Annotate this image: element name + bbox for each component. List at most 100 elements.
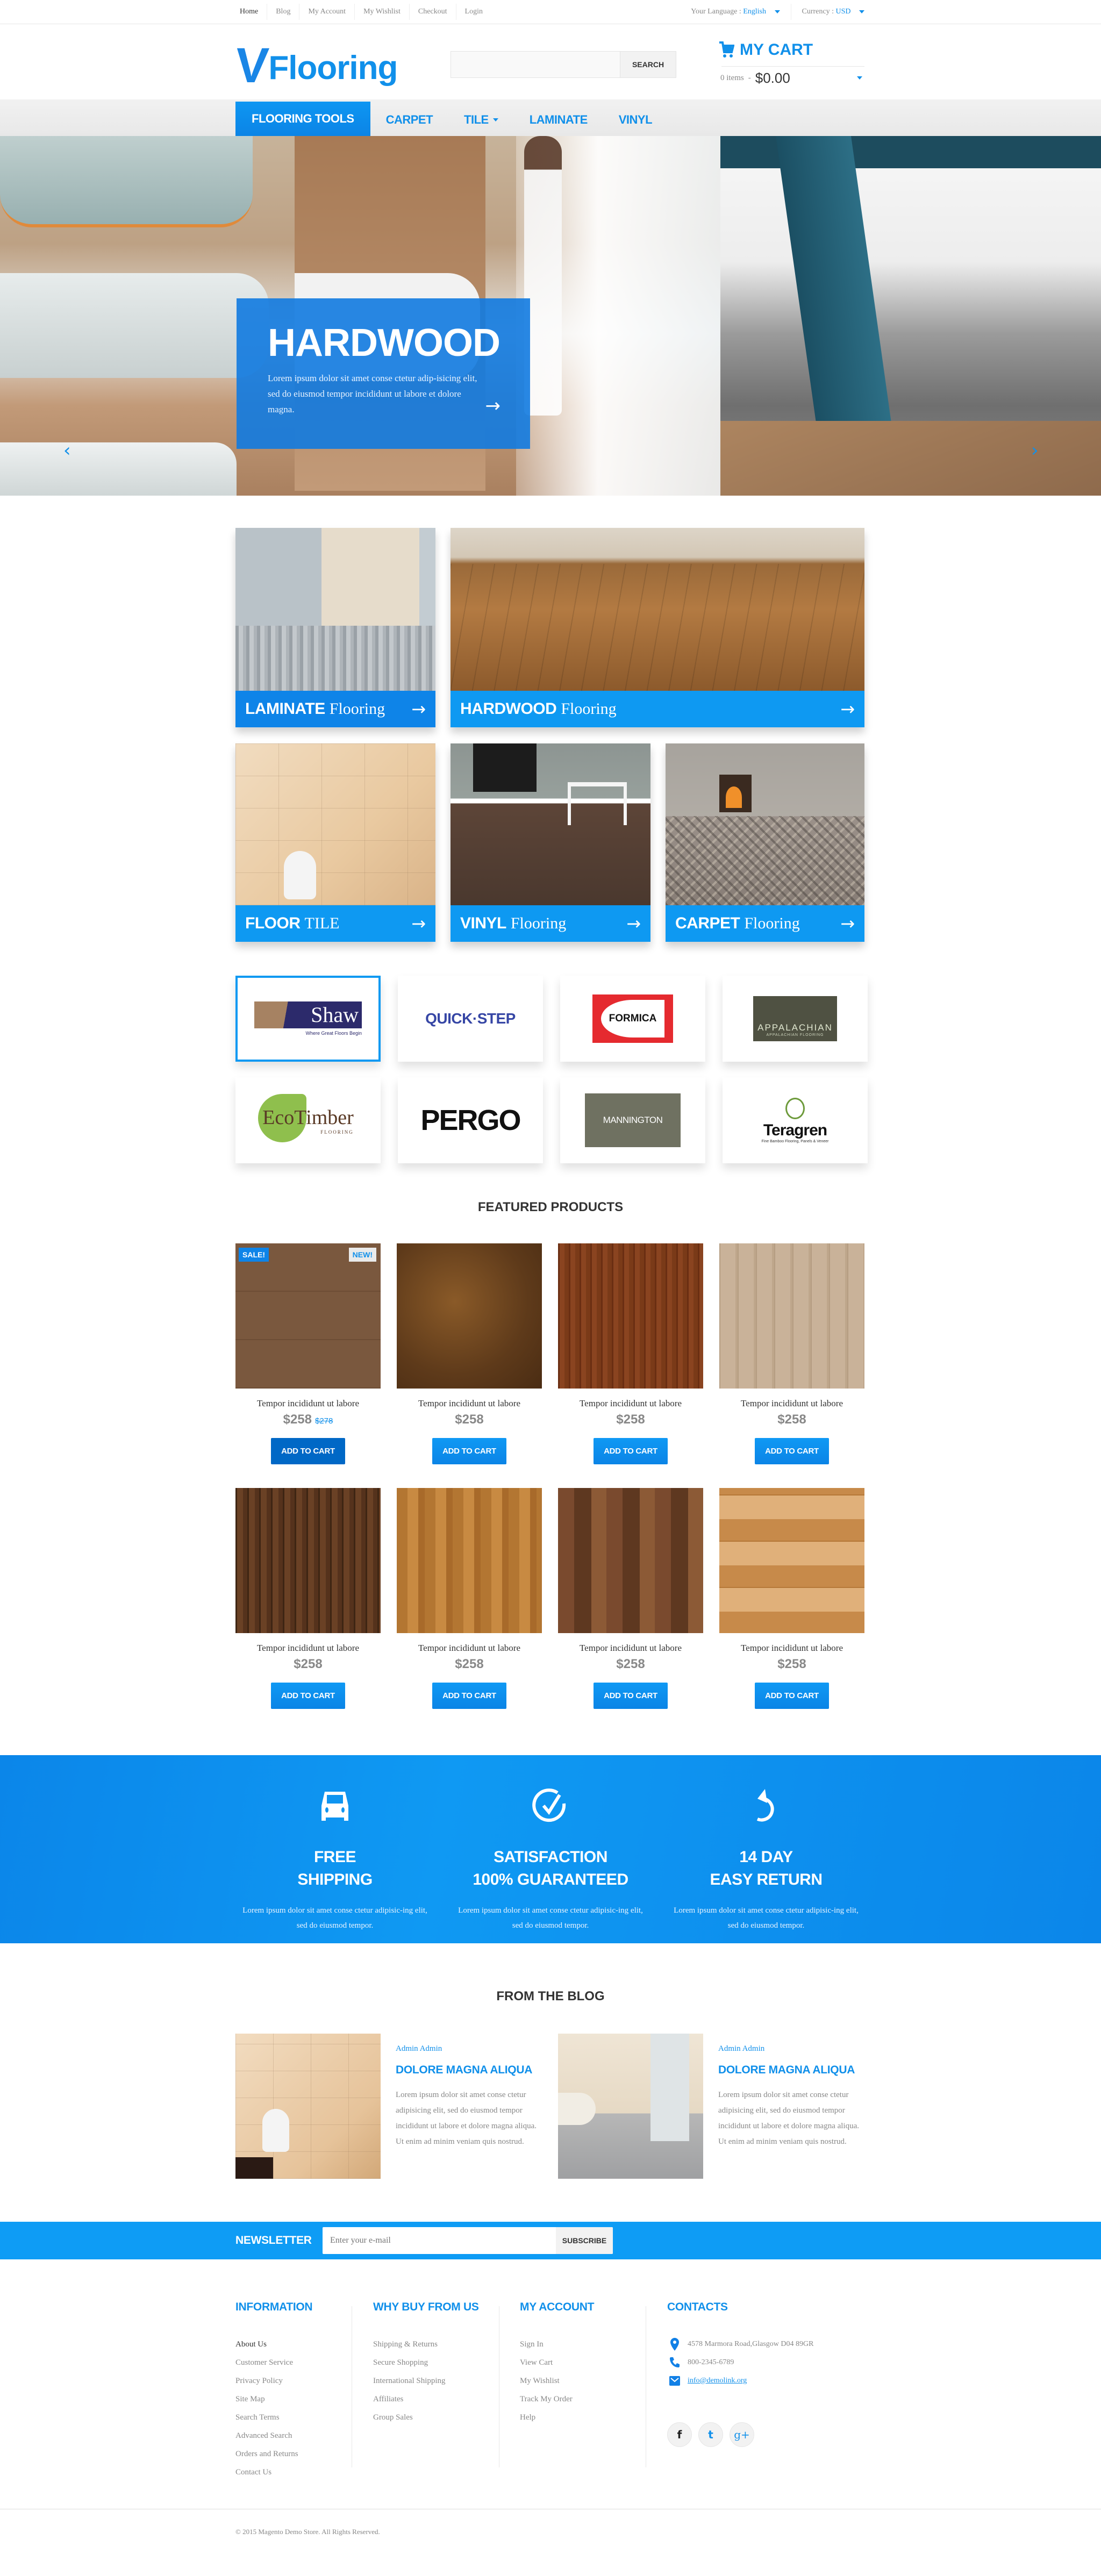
top-link-my-wishlist[interactable]: My Wishlist — [355, 4, 410, 20]
social-links: f t g+ — [667, 2422, 813, 2447]
add-to-cart-button[interactable]: ADD TO CART — [271, 1438, 345, 1464]
chevron-left-icon[interactable]: ‹ — [63, 440, 71, 461]
product-image[interactable]: SALE! NEW! — [235, 1243, 381, 1389]
product-card: Tempor incididunt ut labore $258 ADD TO … — [558, 1488, 703, 1709]
product-name[interactable]: Tempor incididunt ut labore — [397, 1643, 542, 1654]
nav-item-carpet[interactable]: CARPET — [370, 104, 448, 136]
facebook-icon[interactable]: f — [667, 2422, 692, 2447]
brand-logo: EcoTimber FLOORING — [258, 1094, 354, 1142]
add-to-cart-button[interactable]: ADD TO CART — [594, 1438, 668, 1464]
footer-link[interactable]: Track My Order — [520, 2390, 594, 2408]
product-image[interactable] — [397, 1243, 542, 1389]
product-image[interactable] — [397, 1488, 542, 1633]
newsletter-email-input[interactable] — [323, 2227, 556, 2254]
search-button[interactable]: SEARCH — [620, 52, 676, 77]
category-image — [451, 528, 864, 691]
add-to-cart-button[interactable]: ADD TO CART — [755, 1683, 829, 1709]
chevron-down-icon[interactable] — [857, 76, 862, 80]
footer-link[interactable]: My Wishlist — [520, 2372, 594, 2390]
brand-quick-step[interactable]: QUICK·STEP — [398, 976, 543, 1062]
footer-heading: WHY BUY FROM US — [373, 2301, 479, 2313]
product-name[interactable]: Tempor incididunt ut labore — [397, 1398, 542, 1409]
footer-link[interactable]: Secure Shopping — [373, 2353, 479, 2372]
currency-selector[interactable]: Currency : USD — [802, 8, 864, 16]
category-name-bold: FLOOR — [245, 914, 301, 932]
footer-link[interactable]: Help — [520, 2408, 594, 2427]
phone-icon — [670, 2357, 680, 2367]
footer-link[interactable]: Contact Us — [235, 2463, 312, 2481]
product-name[interactable]: Tempor incididunt ut labore — [235, 1643, 381, 1654]
brand-appalachian[interactable]: APPALACHIAN APPALACHIAN FLOORING — [723, 976, 868, 1062]
category-tile-carpet[interactable]: CARPET Flooring → — [666, 743, 864, 942]
brand-teragren[interactable]: Teragren Fine Bamboo Flooring, Panels & … — [723, 1077, 868, 1163]
footer-link[interactable]: Affiliates — [373, 2390, 479, 2408]
footer-link[interactable]: Advanced Search — [235, 2427, 312, 2445]
subscribe-button[interactable]: SUBSCRIBE — [556, 2227, 613, 2254]
category-tile-vinyl[interactable]: VINYL Flooring → — [451, 743, 650, 942]
nav-item-tile[interactable]: TILE — [448, 104, 514, 136]
footer-link[interactable]: About Us — [235, 2335, 312, 2353]
blog-post-image[interactable] — [558, 2034, 703, 2179]
category-tile-hardwood[interactable]: HARDWOOD Flooring → — [451, 528, 864, 727]
footer-link[interactable]: Site Map — [235, 2390, 312, 2408]
product-name[interactable]: Tempor incididunt ut labore — [558, 1643, 703, 1654]
footer-link[interactable]: Privacy Policy — [235, 2372, 312, 2390]
nav-item-vinyl[interactable]: VINYL — [603, 104, 668, 136]
product-image[interactable] — [719, 1243, 864, 1389]
product-image[interactable] — [719, 1488, 864, 1633]
product-image[interactable] — [558, 1243, 703, 1389]
new-badge: NEW! — [348, 1248, 376, 1262]
blog-post-author[interactable]: Admin Admin — [396, 2044, 442, 2053]
footer-link[interactable]: Orders and Returns — [235, 2445, 312, 2463]
blog-post-author[interactable]: Admin Admin — [718, 2044, 764, 2053]
footer-link[interactable]: Group Sales — [373, 2408, 479, 2427]
chevron-right-icon[interactable]: › — [1031, 440, 1039, 461]
blog-post-title[interactable]: DOLORE MAGNA ALIQUA — [396, 2064, 532, 2077]
brand-ecotimber[interactable]: EcoTimber FLOORING — [235, 1077, 381, 1163]
brand-tagline: FLOORING — [320, 1129, 354, 1135]
category-tile-floor-tile[interactable]: FLOOR TILE → — [235, 743, 435, 942]
mini-cart[interactable]: MY CART 0 items - $0.00 — [718, 38, 864, 89]
top-link-blog[interactable]: Blog — [267, 4, 300, 20]
footer-link[interactable]: International Shipping — [373, 2372, 479, 2390]
product-name[interactable]: Tempor incididunt ut labore — [235, 1398, 381, 1409]
nav-item-laminate[interactable]: LAMINATE — [514, 104, 603, 136]
footer-link[interactable]: Shipping & Returns — [373, 2335, 479, 2353]
top-link-my-account[interactable]: My Account — [299, 4, 355, 20]
hero-slider: ‹ › HARDWOOD Lorem ipsum dolor sit amet … — [0, 136, 1101, 496]
product-price: $258 — [616, 1412, 645, 1427]
footer-link[interactable]: View Cart — [520, 2353, 594, 2372]
contact-email-link[interactable]: info@demolink.org — [688, 2377, 747, 2385]
category-tile-laminate[interactable]: LAMINATE Flooring → — [235, 528, 435, 727]
add-to-cart-button[interactable]: ADD TO CART — [271, 1683, 345, 1709]
nav-item-flooring-tools[interactable]: FLOORING TOOLS — [235, 102, 370, 136]
top-link-login[interactable]: Login — [456, 4, 491, 20]
brand-shaw[interactable]: Shaw Where Great Floors Begin — [235, 976, 381, 1062]
brand-formica[interactable]: FORMICA — [560, 976, 705, 1062]
add-to-cart-button[interactable]: ADD TO CART — [755, 1438, 829, 1464]
blog-post-image[interactable] — [235, 2034, 381, 2179]
product-name[interactable]: Tempor incididunt ut labore — [719, 1643, 864, 1654]
brand-pergo[interactable]: PERGO — [398, 1077, 543, 1163]
add-to-cart-button[interactable]: ADD TO CART — [432, 1438, 506, 1464]
arrow-right-icon[interactable]: → — [485, 395, 501, 417]
arrow-right-icon: → — [411, 699, 426, 719]
top-link-home[interactable]: Home — [235, 4, 268, 20]
product-image[interactable] — [235, 1488, 381, 1633]
twitter-icon[interactable]: t — [698, 2422, 723, 2447]
footer-link[interactable]: Sign In — [520, 2335, 594, 2353]
add-to-cart-button[interactable]: ADD TO CART — [594, 1683, 668, 1709]
footer-link[interactable]: Search Terms — [235, 2408, 312, 2427]
language-selector[interactable]: Your Language : English — [691, 8, 780, 16]
brand-mannington[interactable]: MANNINGTON — [560, 1077, 705, 1163]
search-input[interactable] — [451, 52, 620, 77]
footer-link[interactable]: Customer Service — [235, 2353, 312, 2372]
blog-post-title[interactable]: DOLORE MAGNA ALIQUA — [718, 2064, 855, 2077]
product-name[interactable]: Tempor incididunt ut labore — [558, 1398, 703, 1409]
top-link-checkout[interactable]: Checkout — [410, 4, 456, 20]
add-to-cart-button[interactable]: ADD TO CART — [432, 1683, 506, 1709]
product-image[interactable] — [558, 1488, 703, 1633]
logo[interactable]: V Flooring — [233, 38, 398, 93]
google-plus-icon[interactable]: g+ — [730, 2422, 754, 2447]
product-name[interactable]: Tempor incididunt ut labore — [719, 1398, 864, 1409]
